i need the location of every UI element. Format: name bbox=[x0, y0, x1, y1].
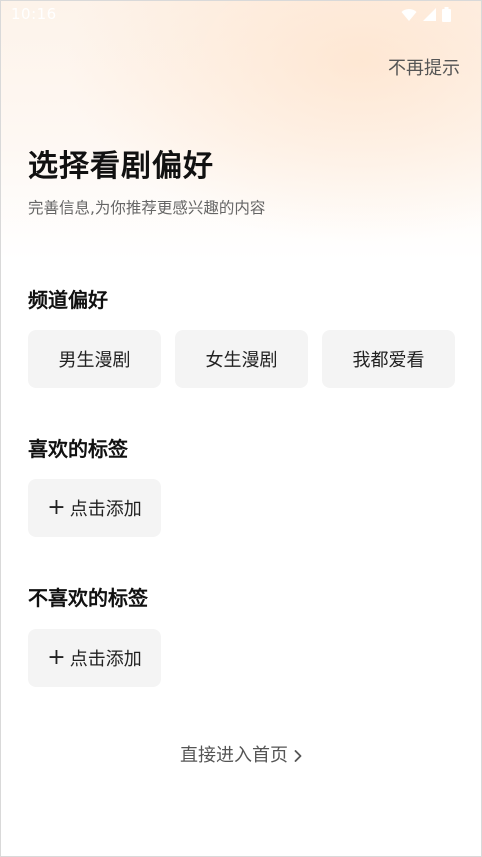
channel-option-female[interactable]: 女生漫剧 bbox=[175, 330, 308, 388]
skip-prompt-button[interactable]: 不再提示 bbox=[388, 54, 460, 80]
enter-home-link[interactable]: 直接进入首页 bbox=[1, 741, 481, 767]
channel-option-both[interactable]: 我都爱看 bbox=[322, 330, 455, 388]
status-bar: 10:16 bbox=[1, 1, 481, 29]
plus-icon: + bbox=[47, 495, 66, 520]
battery-icon bbox=[442, 7, 451, 22]
disliked-tags-section-title: 不喜欢的标签 bbox=[28, 586, 148, 610]
status-icons bbox=[401, 7, 451, 22]
preference-screen: 10:16 不再提示 选择看剧偏好 完善信息,为你推荐更感兴趣的内容 频道偏好 … bbox=[0, 0, 482, 857]
channel-option-male[interactable]: 男生漫剧 bbox=[28, 330, 161, 388]
status-time: 10:16 bbox=[11, 5, 57, 23]
chevron-right-icon bbox=[294, 745, 302, 766]
page-subtitle: 完善信息,为你推荐更感兴趣的内容 bbox=[28, 199, 266, 217]
signal-icon bbox=[423, 8, 436, 21]
plus-icon: + bbox=[47, 645, 66, 670]
add-liked-tag-button[interactable]: + 点击添加 bbox=[28, 479, 161, 537]
add-liked-tag-label: 点击添加 bbox=[69, 499, 142, 520]
liked-tags-section-title: 喜欢的标签 bbox=[28, 437, 128, 461]
channel-section-title: 频道偏好 bbox=[28, 288, 108, 312]
add-disliked-tag-label: 点击添加 bbox=[69, 649, 142, 670]
page-title: 选择看剧偏好 bbox=[28, 149, 214, 184]
wifi-icon bbox=[401, 8, 417, 22]
enter-home-label: 直接进入首页 bbox=[180, 745, 288, 766]
add-disliked-tag-button[interactable]: + 点击添加 bbox=[28, 629, 161, 687]
